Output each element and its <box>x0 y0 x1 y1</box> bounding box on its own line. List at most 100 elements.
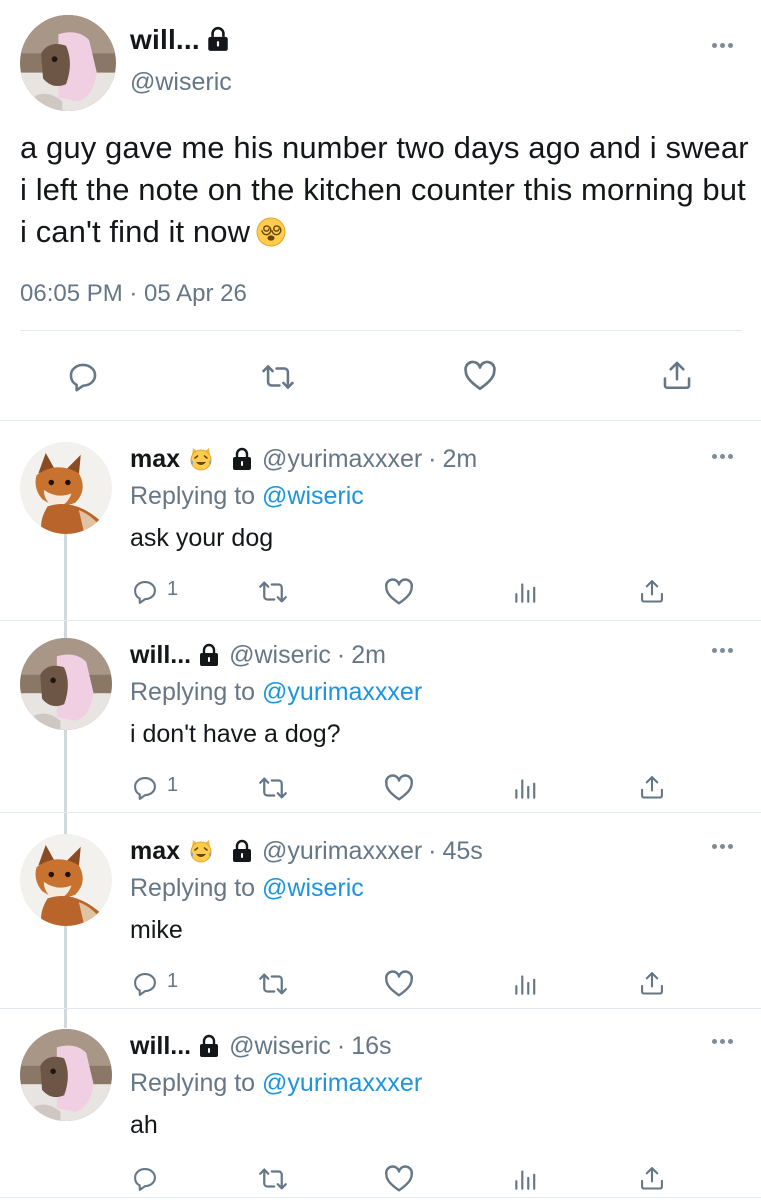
divider <box>0 1008 761 1009</box>
replying-to: Replying to @yurimaxxxer <box>130 678 422 707</box>
divider <box>0 812 761 813</box>
display-name[interactable]: will... <box>130 24 200 56</box>
display-name[interactable]: max <box>130 837 180 866</box>
analytics-icon[interactable] <box>512 774 538 802</box>
reply-header: will... @wiseric · 16s <box>130 1029 392 1063</box>
reply-actions <box>0 1163 761 1200</box>
retweet-icon[interactable] <box>257 577 289 607</box>
replying-to-handle[interactable]: @wiseric <box>262 482 364 510</box>
tweet-text: a guy gave me his number two days ago an… <box>20 127 760 253</box>
like-icon[interactable] <box>383 968 415 1000</box>
reply-time[interactable]: 2m <box>351 641 386 670</box>
reply-text: ask your dog <box>130 524 274 552</box>
reply-header: max @yurimaxxxer · 2m <box>130 442 477 476</box>
more-icon[interactable] <box>712 646 736 654</box>
avatar[interactable] <box>20 638 112 730</box>
more-icon[interactable] <box>712 452 736 460</box>
reply-text: mike <box>130 916 183 944</box>
like-icon[interactable] <box>462 358 498 394</box>
tweet-timestamp[interactable]: 06:05 PM · 05 Apr 26 <box>20 280 247 308</box>
replying-to-handle[interactable]: @yurimaxxxer <box>262 1069 422 1097</box>
retweet-icon[interactable] <box>257 773 289 803</box>
more-icon[interactable] <box>712 842 736 850</box>
handle[interactable]: @yurimaxxxer <box>262 445 422 474</box>
like-icon[interactable] <box>383 1163 415 1195</box>
lock-icon <box>230 447 254 471</box>
share-icon[interactable] <box>638 576 666 606</box>
reply-header: max @yurimaxxxer · 45s <box>130 834 483 868</box>
crying-laughing-cat-emoji-icon <box>188 446 214 472</box>
lock-icon <box>197 643 221 667</box>
reply-text: i don't have a dog? <box>130 720 341 748</box>
reply-icon[interactable] <box>131 774 159 802</box>
replying-to: Replying to @yurimaxxxer <box>130 1069 422 1098</box>
avatar[interactable] <box>20 15 116 111</box>
separator: · <box>336 1031 346 1060</box>
reply-tweet[interactable]: max @yurimaxxxer · 2m Replying to @wiser… <box>0 430 761 620</box>
reply-actions: 1 <box>0 576 761 616</box>
reply-icon[interactable] <box>66 360 100 394</box>
reply-icon[interactable] <box>131 578 159 606</box>
display-name[interactable]: will... <box>130 641 191 670</box>
retweet-icon[interactable] <box>257 969 289 999</box>
replying-to-handle[interactable]: @wiseric <box>262 874 364 902</box>
more-icon[interactable] <box>712 41 736 49</box>
display-name[interactable]: will... <box>130 1032 191 1061</box>
replying-to-handle[interactable]: @yurimaxxxer <box>262 678 422 706</box>
display-name[interactable]: max <box>130 445 180 474</box>
reply-time[interactable]: 45s <box>443 837 483 866</box>
reply-tweet[interactable]: max @yurimaxxxer · 45s Replying to @wise… <box>0 822 761 1012</box>
like-icon[interactable] <box>383 576 415 608</box>
analytics-icon[interactable] <box>512 970 538 998</box>
reply-time[interactable]: 2m <box>443 445 478 474</box>
avatar[interactable] <box>20 834 112 926</box>
reply-count: 1 <box>167 578 179 600</box>
divider <box>0 420 761 421</box>
reply-time[interactable]: 16s <box>351 1032 391 1061</box>
avatar[interactable] <box>20 442 112 534</box>
reply-tweet[interactable]: will... @wiseric · 2m Replying to @yurim… <box>0 626 761 816</box>
reply-actions: 1 <box>0 968 761 1008</box>
replying-to-label: Replying to <box>130 1069 256 1097</box>
handle[interactable]: @wiseric <box>130 68 232 97</box>
reply-text: ah <box>130 1111 158 1139</box>
reply-header: will... @wiseric · 2m <box>130 638 386 672</box>
replying-to-label: Replying to <box>130 482 256 510</box>
retweet-icon[interactable] <box>257 1164 289 1194</box>
separator: · <box>428 444 437 473</box>
lock-icon <box>197 1034 221 1058</box>
lock-icon <box>205 26 231 52</box>
replying-to: Replying to @wiseric <box>130 482 364 511</box>
share-icon[interactable] <box>638 968 666 998</box>
reply-count: 1 <box>167 970 179 992</box>
replying-to: Replying to @wiseric <box>130 874 364 903</box>
more-icon[interactable] <box>712 1037 736 1045</box>
reply-actions: 1 <box>0 772 761 812</box>
separator: · <box>336 640 346 669</box>
avatar[interactable] <box>20 1029 112 1121</box>
share-icon[interactable] <box>638 772 666 802</box>
main-tweet: will... @wiseric a guy gave me his numbe… <box>0 0 761 420</box>
retweet-icon[interactable] <box>259 360 297 394</box>
analytics-icon[interactable] <box>512 578 538 606</box>
divider <box>0 620 761 621</box>
lock-icon <box>230 839 254 863</box>
crying-laughing-cat-emoji-icon <box>188 838 214 864</box>
like-icon[interactable] <box>383 772 415 804</box>
separator: · <box>428 836 437 865</box>
handle[interactable]: @wiseric <box>229 1032 331 1061</box>
handle[interactable]: @wiseric <box>229 641 331 670</box>
analytics-icon[interactable] <box>512 1165 538 1193</box>
reply-tweet[interactable]: will... @wiseric · 16s Replying to @yuri… <box>0 1017 761 1200</box>
share-icon[interactable] <box>638 1163 666 1193</box>
replying-to-label: Replying to <box>130 874 256 902</box>
dizzy-face-emoji-icon <box>256 216 286 247</box>
reply-icon[interactable] <box>131 1165 159 1193</box>
share-icon[interactable] <box>660 357 694 393</box>
divider <box>20 330 742 331</box>
handle[interactable]: @yurimaxxxer <box>262 837 422 866</box>
reply-icon[interactable] <box>131 970 159 998</box>
replying-to-label: Replying to <box>130 678 256 706</box>
tweet-text-content: a guy gave me his number two days ago an… <box>20 130 749 249</box>
reply-count: 1 <box>167 774 179 796</box>
